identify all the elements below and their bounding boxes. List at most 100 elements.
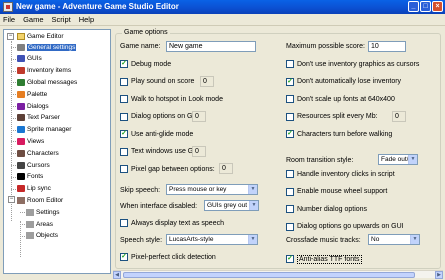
tree-root[interactable]: Game Editor <box>17 31 64 41</box>
chevron-down-icon[interactable]: ▼ <box>248 235 257 244</box>
tree-item[interactable]: Dialogs <box>17 101 49 111</box>
tree-item[interactable]: Inventory items <box>17 66 71 76</box>
option-number-field[interactable]: 0 <box>192 110 206 122</box>
chevron-down-icon[interactable]: ▼ <box>248 185 257 194</box>
tree-item[interactable]: General settings <box>17 42 77 52</box>
chevron-down-icon[interactable]: ▼ <box>408 155 417 164</box>
option-checkbox[interactable]: Handle inventory clicks in script <box>286 169 395 179</box>
checkbox-box[interactable] <box>120 219 128 227</box>
tree-item-label: Settings <box>36 208 60 216</box>
checkbox-box[interactable]: ✓ <box>286 255 294 263</box>
menu-game[interactable]: Game <box>23 15 43 24</box>
tree-item[interactable]: Text Parser <box>17 113 60 123</box>
speech-style-label: Speech style: <box>120 237 163 244</box>
speech-style-select[interactable]: LucasArts-style ▼ <box>166 234 258 245</box>
max-score-label: Maximum possible score: <box>286 43 365 50</box>
option-checkbox[interactable]: ✓ Use anti-glide mode <box>120 129 193 139</box>
checkbox-box[interactable] <box>120 77 128 86</box>
checkbox-box[interactable] <box>120 165 128 173</box>
tree-item[interactable]: Cursors <box>17 160 50 170</box>
antialias-checkbox[interactable]: ✓ Anti-alias TTF fonts <box>286 254 362 264</box>
menu-script[interactable]: Script <box>52 15 71 24</box>
tree-item-label: Global messages <box>27 78 78 86</box>
main-panel: Game options Game name: New game Maximum… <box>113 29 443 274</box>
tree-item-room-child[interactable]: Objects <box>26 231 58 241</box>
option-checkbox[interactable]: Don't use inventory graphics as cursors <box>286 59 419 69</box>
checkbox-box[interactable] <box>286 187 294 196</box>
crossfade-select[interactable]: No ▼ <box>368 234 420 245</box>
checkbox-box[interactable] <box>120 147 128 156</box>
option-checkbox[interactable]: Dialog options go upwards on GUI <box>286 222 404 232</box>
tree-item-room-editor[interactable]: Room Editor <box>17 195 63 205</box>
option-number-field[interactable]: 0 <box>219 163 233 174</box>
option-checkbox[interactable]: Dialog options on GUI <box>120 112 199 122</box>
option-checkbox[interactable]: Number dialog options <box>286 204 367 214</box>
option-checkbox[interactable]: ✓ Characters turn before walking <box>286 129 392 139</box>
tree-item[interactable]: Palette <box>17 89 47 99</box>
chevron-down-icon[interactable]: ▼ <box>249 201 258 210</box>
when-disabled-select[interactable]: GUIs grey out ▼ <box>204 200 259 211</box>
menu-help[interactable]: Help <box>79 15 94 24</box>
sprite-icon <box>17 126 25 134</box>
option-checkbox[interactable]: Text windows use GUI <box>120 147 200 157</box>
checkbox-box[interactable]: ✓ <box>120 130 128 138</box>
minimize-button[interactable]: _ <box>408 1 419 12</box>
scroll-right-icon[interactable]: ▶ <box>435 271 443 279</box>
checkbox-box[interactable] <box>286 170 294 178</box>
option-checkbox[interactable]: Resources split every Mb: <box>286 112 378 122</box>
tree-item[interactable]: Fonts <box>17 172 43 182</box>
tree-item[interactable]: Global messages <box>17 77 77 87</box>
checkbox-box[interactable] <box>286 112 294 121</box>
option-checkbox[interactable]: ✓ Debug mode <box>120 59 171 69</box>
tree-line <box>20 235 25 237</box>
tree-item[interactable]: Characters <box>17 148 59 158</box>
tree-item[interactable]: GUIs <box>17 54 42 64</box>
checkbox-box[interactable] <box>120 95 128 103</box>
skip-speech-select[interactable]: Press mouse or key ▼ <box>166 184 258 195</box>
horizontal-scrollbar[interactable]: ◀ ▶ <box>113 270 443 279</box>
collapse-icon[interactable]: − <box>8 196 15 204</box>
checkbox-label: Text windows use GUI <box>131 148 201 155</box>
option-number-field[interactable]: 0 <box>192 145 206 157</box>
tree-item[interactable]: Views <box>17 136 44 146</box>
game-name-field[interactable]: New game <box>166 41 256 52</box>
tree-item-room-child[interactable]: Areas <box>26 219 53 229</box>
tree-item-room-child[interactable]: Settings <box>26 207 60 217</box>
room-icon <box>17 196 25 204</box>
chevron-down-icon[interactable]: ▼ <box>410 235 419 244</box>
palette-icon <box>17 90 25 98</box>
font-icon <box>17 173 25 181</box>
scrollbar-thumb[interactable] <box>123 272 415 278</box>
menu-file[interactable]: File <box>3 15 15 24</box>
checkbox-box[interactable] <box>286 205 294 213</box>
option-number-field[interactable]: 0 <box>392 110 406 122</box>
max-score-field[interactable]: 10 <box>368 41 406 52</box>
checkbox-box[interactable]: ✓ <box>120 253 128 261</box>
checkbox-box[interactable] <box>286 60 294 68</box>
checkbox-box[interactable] <box>286 222 294 231</box>
option-checkbox[interactable]: ✓ Don't automatically lose inventory <box>286 77 401 87</box>
close-button[interactable]: × <box>432 1 443 12</box>
option-checkbox[interactable]: Enable mouse wheel support <box>286 187 387 197</box>
option-checkbox[interactable]: Don't scale up fonts at 640x400 <box>286 94 395 104</box>
pixel-perfect-checkbox[interactable]: ✓ Pixel-perfect click detection <box>120 252 216 262</box>
checkbox-box[interactable] <box>120 112 128 121</box>
option-checkbox[interactable]: Play sound on score <box>120 77 194 87</box>
maximize-button[interactable]: □ <box>420 1 431 12</box>
tree-item[interactable]: Sprite manager <box>17 125 71 135</box>
checkbox-box[interactable]: ✓ <box>286 130 294 138</box>
room-transition-select[interactable]: Fade out/in ▼ <box>378 154 418 165</box>
option-number-field[interactable]: 0 <box>200 75 214 87</box>
tree-item-label: Characters <box>27 149 59 157</box>
always-text-checkbox[interactable]: Always display text as speech <box>120 218 224 228</box>
option-checkbox[interactable]: Pixel gap between options: <box>120 164 215 174</box>
scroll-left-icon[interactable]: ◀ <box>113 271 121 279</box>
tree-item[interactable]: Lip sync <box>17 184 51 194</box>
checkbox-box[interactable]: ✓ <box>286 77 294 86</box>
tree-item-label: Dialogs <box>27 102 49 110</box>
option-checkbox[interactable]: Walk to hotspot in Look mode <box>120 94 223 104</box>
checkbox-box[interactable] <box>286 95 294 103</box>
checkbox-box[interactable]: ✓ <box>120 60 128 68</box>
checkbox-label: Dialog options on GUI <box>131 113 200 120</box>
collapse-icon[interactable]: − <box>7 33 14 40</box>
